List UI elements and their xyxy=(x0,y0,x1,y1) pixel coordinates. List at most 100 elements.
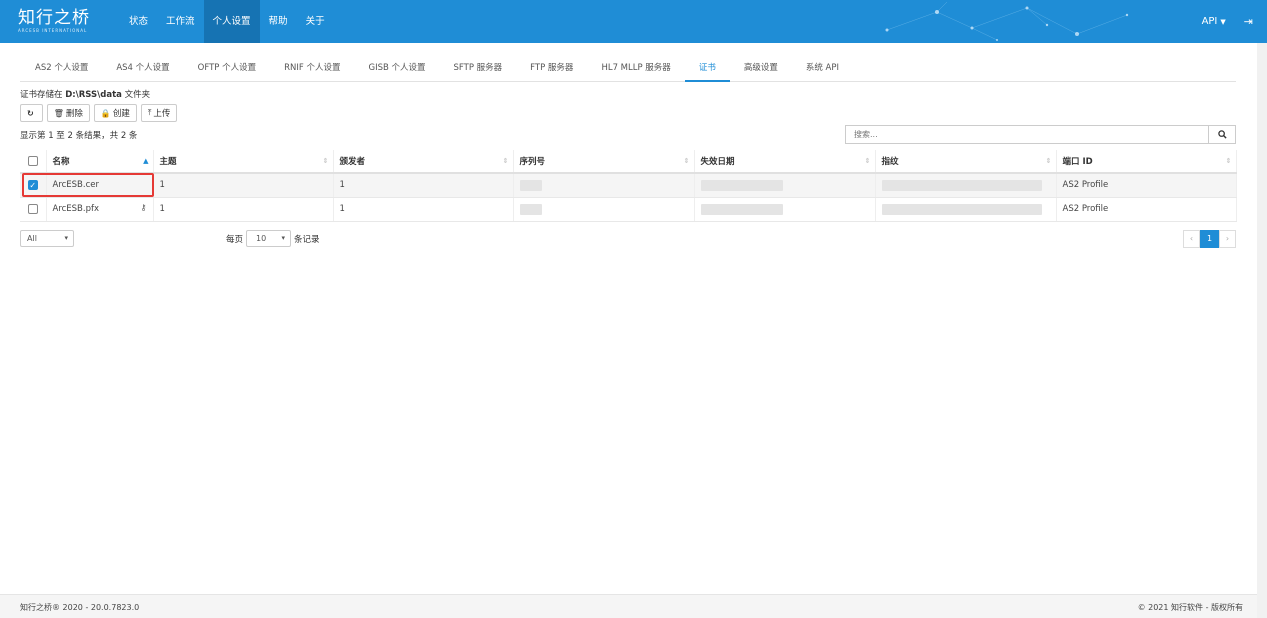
column-header-serial[interactable]: 序列号 ⇕ xyxy=(513,150,695,174)
tab-rnif[interactable]: RNIF 个人设置 xyxy=(270,57,354,82)
cell-subject: 1 xyxy=(153,197,334,222)
search-input[interactable] xyxy=(845,125,1208,144)
table-header-row: 名称 ▲ 主题 ⇕ 颁发者 ⇕ 序列号 ⇕ 失效日期 ⇕ 指纹 ⇕ 端口 ID ⇕ xyxy=(20,150,1237,174)
row-checkbox[interactable] xyxy=(27,203,38,214)
footer-version: 知行之桥® 2020 - 20.0.7823.0 xyxy=(20,603,140,612)
caret-down-icon: ▼ xyxy=(1220,18,1226,26)
tab-certificates[interactable]: 证书 xyxy=(684,57,730,82)
cell-expiry xyxy=(694,197,876,222)
sign-out-icon[interactable]: ⇥ xyxy=(1244,15,1253,28)
sort-asc-icon: ▲ xyxy=(143,157,149,165)
nav-item-workflow[interactable]: 工作流 xyxy=(157,0,204,43)
cell-thumbprint xyxy=(875,173,1057,198)
sort-icon: ⇕ xyxy=(1225,157,1232,165)
search-button[interactable] xyxy=(1208,125,1236,144)
nav-item-profile[interactable]: 个人设置 xyxy=(203,0,260,43)
store-note-prefix: 证书存储在 xyxy=(20,90,66,100)
network-decoration xyxy=(885,1,1129,41)
lock-icon: 🔒 xyxy=(100,108,111,118)
chevron-down-icon: ▾ xyxy=(281,234,286,242)
upload-button[interactable]: ⤒ 上传 xyxy=(140,104,178,122)
chevron-down-icon: ▾ xyxy=(64,234,68,242)
api-dropdown[interactable]: API ▼ xyxy=(1202,16,1226,27)
tab-as4[interactable]: AS4 个人设置 xyxy=(102,57,183,82)
row-checkbox-cell: ✓ xyxy=(20,173,47,198)
select-all-checkbox[interactable] xyxy=(27,155,38,166)
tab-advanced[interactable]: 高级设置 xyxy=(730,57,792,82)
redacted-expiry xyxy=(700,203,783,215)
row-checkbox[interactable]: ✓ xyxy=(27,180,38,190)
page-scrollbar[interactable] xyxy=(1257,43,1267,618)
tab-system-api[interactable]: 系统 API xyxy=(792,57,853,82)
cell-serial xyxy=(513,197,695,222)
store-path: D:\RSS\data xyxy=(65,90,122,100)
page-size-value: 10 xyxy=(256,234,267,243)
brand-logo[interactable]: 知行之桥 ARCESB INTERNATIONAL xyxy=(18,8,90,33)
delete-label: 删除 xyxy=(65,109,83,119)
search-icon xyxy=(1217,130,1227,139)
redacted-serial xyxy=(519,203,542,215)
result-count: 显示第 1 至 2 条结果，共 2 条 xyxy=(20,131,138,141)
tab-as2[interactable]: AS2 个人设置 xyxy=(20,57,102,82)
column-header-port-id[interactable]: 端口 ID ⇕ xyxy=(1056,150,1237,174)
redacted-expiry xyxy=(700,179,783,191)
page-size-suffix: 条记录 xyxy=(294,234,320,245)
filter-select[interactable]: All ▾ xyxy=(20,230,74,247)
table-row[interactable]: ArcESB.pfx ⚷ 1 1 AS2 Profile xyxy=(20,197,1237,222)
redacted-serial xyxy=(519,179,542,191)
page-button-current[interactable]: 1 xyxy=(1200,230,1219,248)
column-header-issuer[interactable]: 颁发者 ⇕ xyxy=(333,150,514,174)
column-header-expiry[interactable]: 失效日期 ⇕ xyxy=(694,150,876,174)
row-checkbox-cell xyxy=(20,197,47,222)
key-icon: ⚷ xyxy=(140,202,147,212)
search-box xyxy=(845,125,1236,144)
column-expiry-label: 失效日期 xyxy=(700,157,735,167)
certificate-toolbar: ↻ 🗑 删除 🔒 创建 ⤒ 上传 xyxy=(20,104,178,122)
tab-oftp[interactable]: OFTP 个人设置 xyxy=(184,57,270,82)
brand-name: 知行之桥 xyxy=(18,8,90,28)
create-label: 创建 xyxy=(112,109,130,119)
cell-expiry xyxy=(694,173,876,198)
column-header-subject[interactable]: 主题 ⇕ xyxy=(153,150,334,174)
upload-icon: ⤒ xyxy=(147,108,152,117)
create-button[interactable]: 🔒 创建 xyxy=(93,104,137,122)
cell-name[interactable]: ArcESB.cer xyxy=(46,173,154,198)
nav-item-help[interactable]: 帮助 xyxy=(260,0,297,43)
column-subject-label: 主题 xyxy=(159,157,177,167)
column-serial-label: 序列号 xyxy=(519,157,546,167)
trash-icon: 🗑 xyxy=(53,108,64,118)
tab-ftp-server[interactable]: FTP 服务器 xyxy=(516,57,587,82)
cell-thumbprint xyxy=(875,197,1057,222)
redacted-thumbprint xyxy=(881,203,1042,215)
tab-gisb[interactable]: GISB 个人设置 xyxy=(354,57,439,82)
tab-hl7-mllp-server[interactable]: HL7 MLLP 服务器 xyxy=(587,57,684,82)
cell-issuer: 1 xyxy=(333,197,514,222)
sort-icon: ⇕ xyxy=(322,157,329,165)
sort-icon: ⇕ xyxy=(502,157,509,165)
tab-sftp-server[interactable]: SFTP 服务器 xyxy=(440,57,517,82)
cell-issuer: 1 xyxy=(333,173,514,198)
cell-name[interactable]: ArcESB.pfx ⚷ xyxy=(46,197,154,222)
nav-item-about[interactable]: 关于 xyxy=(297,0,334,43)
page-size-select[interactable]: 10 ▾ xyxy=(246,230,292,247)
cell-subject: 1 xyxy=(153,173,334,198)
upload-label: 上传 xyxy=(153,109,171,119)
column-header-name[interactable]: 名称 ▲ xyxy=(46,150,154,174)
prev-page-button[interactable]: ‹ xyxy=(1183,230,1200,248)
page-size-control: 每页 10 ▾ 条记录 xyxy=(226,230,320,247)
column-header-thumbprint[interactable]: 指纹 ⇕ xyxy=(875,150,1057,174)
column-port-id-label: 端口 ID xyxy=(1062,157,1093,167)
cell-port-id: AS2 Profile xyxy=(1056,173,1237,198)
next-page-button[interactable]: › xyxy=(1219,230,1236,248)
main-nav: 状态 工作流 个人设置 帮助 关于 xyxy=(120,0,334,43)
sort-icon: ⇕ xyxy=(1045,157,1052,165)
top-navbar: 知行之桥 ARCESB INTERNATIONAL 状态 工作流 个人设置 帮助… xyxy=(0,0,1267,43)
settings-tabs: AS2 个人设置 AS4 个人设置 OFTP 个人设置 RNIF 个人设置 GI… xyxy=(20,57,1236,82)
delete-button[interactable]: 🗑 删除 xyxy=(46,104,90,122)
nav-item-status[interactable]: 状态 xyxy=(120,0,157,43)
brand-tagline: ARCESB INTERNATIONAL xyxy=(18,28,88,33)
refresh-button[interactable]: ↻ xyxy=(20,104,43,122)
pagination: ‹ 1 › xyxy=(1183,230,1236,248)
table-row[interactable]: ✓ ArcESB.cer 1 1 AS2 Profile xyxy=(20,173,1237,198)
redacted-thumbprint xyxy=(881,179,1042,191)
